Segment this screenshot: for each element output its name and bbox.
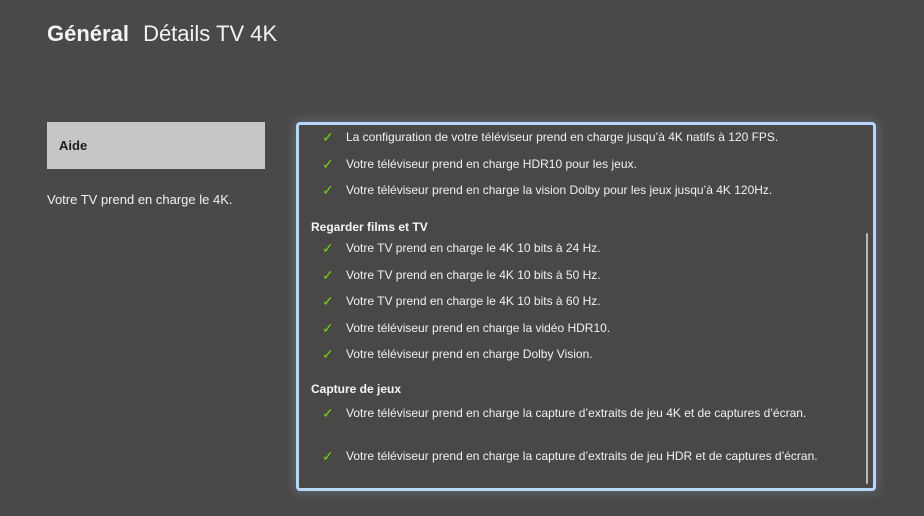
scrollbar[interactable] [866,233,868,484]
list-item: ✓ Votre téléviseur prend en charge la ca… [322,405,807,421]
page-title: Détails TV 4K [143,21,278,46]
page-header: Général Détails TV 4K [47,20,277,48]
details-content: ✓ La configuration de votre téléviseur p… [299,125,861,488]
help-button[interactable]: Aide [47,122,265,169]
check-icon: ✓ [322,346,334,362]
list-item: ✓ Votre téléviseur prend en charge la vi… [322,182,773,198]
check-icon: ✓ [322,267,334,283]
check-icon: ✓ [322,448,334,464]
check-icon: ✓ [322,293,334,309]
section-title: Général [47,21,129,46]
check-icon: ✓ [322,240,334,256]
check-icon: ✓ [322,320,334,336]
list-item: ✓ Votre téléviseur prend en charge la vi… [322,320,611,336]
section-heading-movies-tv: Regarder films et TV [311,220,428,234]
list-item: ✓ Votre téléviseur prend en charge Dolby… [322,346,593,362]
check-icon: ✓ [322,129,334,145]
details-panel[interactable]: ✓ La configuration de votre téléviseur p… [296,122,876,491]
check-icon: ✓ [322,156,334,172]
list-item: ✓ Votre TV prend en charge le 4K 10 bits… [322,240,601,256]
check-icon: ✓ [322,182,334,198]
section-heading-game-capture: Capture de jeux [311,382,402,396]
list-item: ✓ Votre TV prend en charge le 4K 10 bits… [322,293,601,309]
list-item: ✓ Votre téléviseur prend en charge la ca… [322,448,818,464]
list-item: ✓ La configuration de votre téléviseur p… [322,129,779,145]
tv-support-text: Votre TV prend en charge le 4K. [47,192,233,207]
list-item: ✓ Votre téléviseur prend en charge HDR10… [322,156,637,172]
list-item: ✓ Votre TV prend en charge le 4K 10 bits… [322,267,601,283]
check-icon: ✓ [322,405,334,421]
